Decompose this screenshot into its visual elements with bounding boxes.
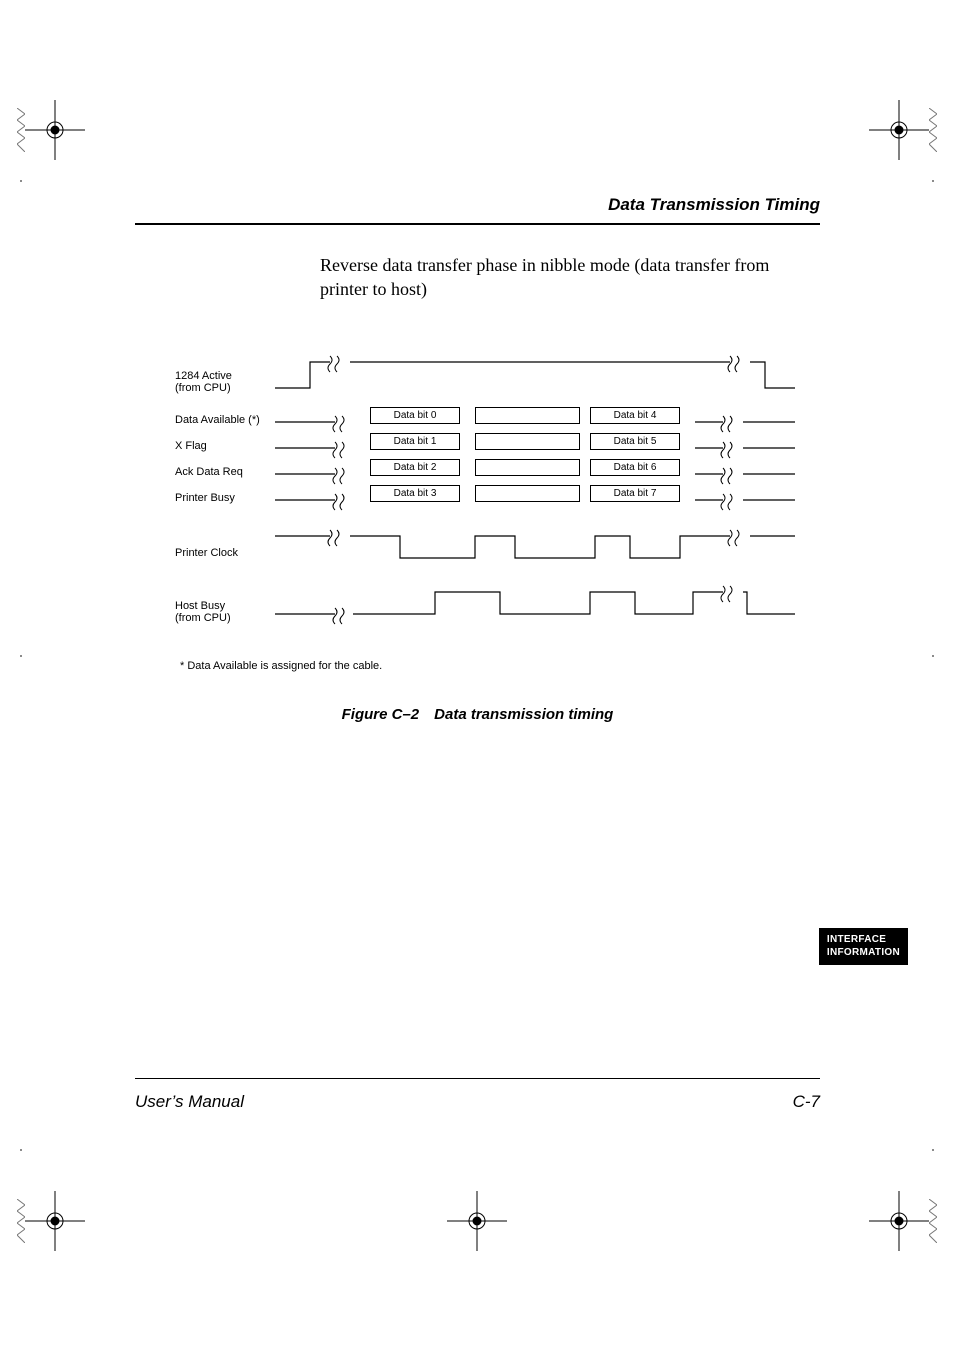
crop-mark-bottom-center (447, 1191, 507, 1251)
header-rule (135, 223, 820, 225)
footer-right: C-7 (793, 1092, 820, 1112)
page-footer: User’s Manual C-7 (135, 1092, 820, 1112)
page: Data Transmission Timing Reverse data tr… (0, 0, 954, 1351)
data-bit-7-box: Data bit 7 (590, 485, 680, 502)
guide-dot (20, 655, 22, 657)
guide-dot (20, 1149, 22, 1151)
intro-paragraph: Reverse data transfer phase in nibble mo… (320, 253, 820, 302)
edge-hatch-br (929, 1199, 937, 1243)
timing-diagram: 1284 Active (from CPU) Data Available (*… (175, 352, 815, 632)
footer-left: User’s Manual (135, 1092, 244, 1112)
crop-mark-bottom-left (25, 1191, 85, 1251)
data-bit-1-box: Data bit 1 (370, 433, 460, 450)
spacer-box (475, 459, 580, 476)
data-bit-0-box: Data bit 0 (370, 407, 460, 424)
guide-dot (932, 655, 934, 657)
figure-caption: Figure C–2 Data transmission timing (135, 706, 820, 723)
section-tab-interface-information: INTERFACE INFORMATION (819, 928, 908, 965)
tab-line1: INTERFACE (827, 934, 886, 945)
data-bit-2-box: Data bit 2 (370, 459, 460, 476)
edge-hatch-bl (17, 1199, 25, 1243)
crop-mark-bottom-right (869, 1191, 929, 1251)
content-area: Data Transmission Timing Reverse data tr… (135, 195, 820, 723)
data-bit-4-box: Data bit 4 (590, 407, 680, 424)
spacer-box (475, 485, 580, 502)
spacer-box (475, 433, 580, 450)
edge-hatch-tl (17, 108, 25, 152)
running-header: Data Transmission Timing (135, 195, 820, 215)
data-bit-6-box: Data bit 6 (590, 459, 680, 476)
footer-rule (135, 1078, 820, 1079)
guide-dot (932, 180, 934, 182)
guide-dot (20, 180, 22, 182)
crop-mark-top-left (25, 100, 85, 160)
guide-dot (932, 1149, 934, 1151)
data-bit-3-box: Data bit 3 (370, 485, 460, 502)
edge-hatch-tr (929, 108, 937, 152)
footnote: * Data Available is assigned for the cab… (180, 660, 820, 672)
spacer-box (475, 407, 580, 424)
tab-line2: INFORMATION (827, 947, 900, 958)
data-bit-5-box: Data bit 5 (590, 433, 680, 450)
crop-mark-top-right (869, 100, 929, 160)
